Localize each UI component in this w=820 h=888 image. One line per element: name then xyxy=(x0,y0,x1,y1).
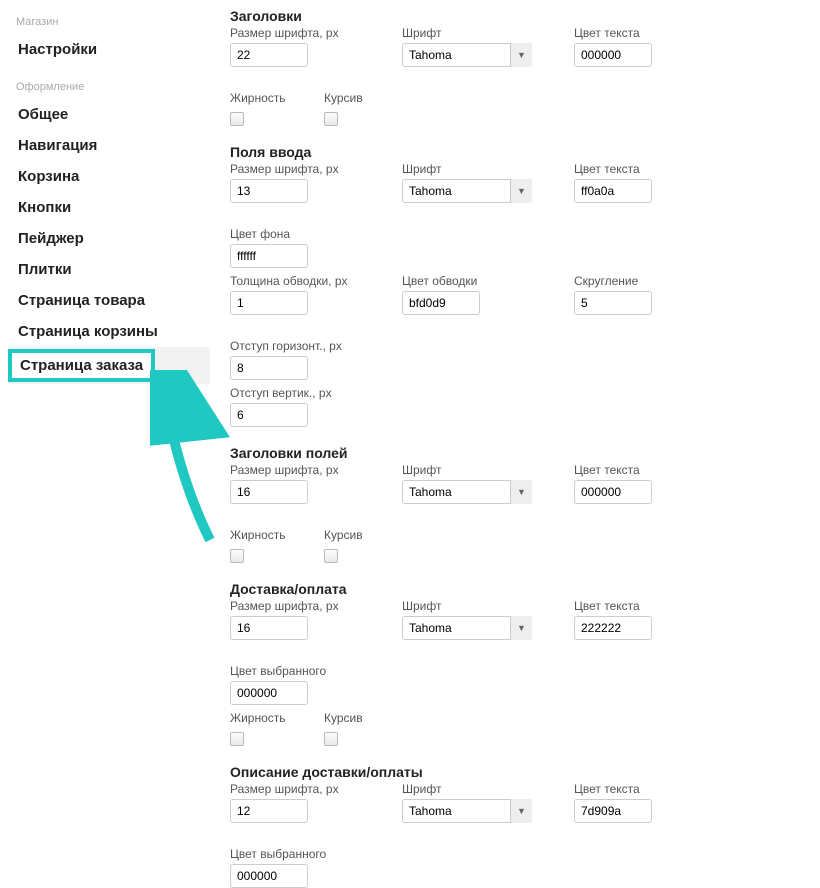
section-title-delivery-desc: Описание доставки/оплаты xyxy=(230,764,810,780)
checkbox-headers-bold[interactable] xyxy=(230,112,244,126)
sidebar-item-product-page[interactable]: Страница товара xyxy=(8,285,210,316)
input-headers-color[interactable] xyxy=(574,43,652,67)
input-delivery-color[interactable] xyxy=(574,616,652,640)
sidebar-item-general[interactable]: Общее xyxy=(8,99,210,130)
section-delivery-desc: Описание доставки/оплаты Размер шрифта, … xyxy=(230,764,810,888)
input-fh-color[interactable] xyxy=(574,480,652,504)
section-delivery: Доставка/оплата Размер шрифта, px Шрифт … xyxy=(230,581,810,746)
checkbox-delivery-italic[interactable] xyxy=(324,732,338,746)
section-headers: Заголовки Размер шрифта, px Шрифт ▼ Цвет… xyxy=(230,8,810,126)
select-headers-font[interactable]: ▼ xyxy=(402,43,532,67)
input-delivery-size[interactable] xyxy=(230,616,308,640)
label-border-color: Цвет обводки xyxy=(402,274,550,288)
sidebar-item-cart[interactable]: Корзина xyxy=(8,161,210,192)
input-dd-selected[interactable] xyxy=(230,864,308,888)
sidebar-item-cart-page[interactable]: Страница корзины xyxy=(8,316,210,347)
label-italic: Курсив xyxy=(324,91,363,105)
input-fh-size[interactable] xyxy=(230,480,308,504)
label-pad-h: Отступ горизонт., px xyxy=(230,339,378,353)
sidebar-item-tiles[interactable]: Плитки xyxy=(8,254,210,285)
label-border-width: Толщина обводки, px xyxy=(230,274,378,288)
input-fields-border-w[interactable] xyxy=(230,291,308,315)
main-panel: Заголовки Размер шрифта, px Шрифт ▼ Цвет… xyxy=(210,0,820,888)
input-fields-pad-v[interactable] xyxy=(230,403,308,427)
input-fields-pad-h[interactable] xyxy=(230,356,308,380)
section-title-field-headers: Заголовки полей xyxy=(230,445,810,461)
select-dd-font[interactable]: ▼ xyxy=(402,799,532,823)
input-fields-bg[interactable] xyxy=(230,244,308,268)
checkbox-headers-italic[interactable] xyxy=(324,112,338,126)
label-pad-v: Отступ вертик., px xyxy=(230,386,378,400)
checkbox-delivery-bold[interactable] xyxy=(230,732,244,746)
label-font: Шрифт xyxy=(402,26,550,40)
input-fields-radius[interactable] xyxy=(574,291,652,315)
checkbox-fh-italic[interactable] xyxy=(324,549,338,563)
sidebar-item-navigation[interactable]: Навигация xyxy=(8,130,210,161)
sidebar-item-buttons[interactable]: Кнопки xyxy=(8,192,210,223)
sidebar: Магазин Настройки Оформление Общее Навиг… xyxy=(0,0,210,888)
checkbox-fh-bold[interactable] xyxy=(230,549,244,563)
section-title-inputs: Поля ввода xyxy=(230,144,810,160)
input-delivery-selected[interactable] xyxy=(230,681,308,705)
input-dd-size[interactable] xyxy=(230,799,308,823)
input-fields-size[interactable] xyxy=(230,179,308,203)
input-fields-color[interactable] xyxy=(574,179,652,203)
sidebar-item-pager[interactable]: Пейджер xyxy=(8,223,210,254)
select-delivery-font[interactable]: ▼ xyxy=(402,616,532,640)
label-font-size: Размер шрифта, px xyxy=(230,26,378,40)
label-text-color: Цвет текста xyxy=(574,26,722,40)
sidebar-item-settings[interactable]: Настройки xyxy=(8,34,210,65)
input-fields-border-c[interactable] xyxy=(402,291,480,315)
sidebar-group-label-shop: Магазин xyxy=(8,12,210,34)
label-selected-color: Цвет выбранного xyxy=(230,664,378,678)
input-headers-size[interactable] xyxy=(230,43,308,67)
section-title-delivery: Доставка/оплата xyxy=(230,581,810,597)
sidebar-item-order-page[interactable]: Страница заказа xyxy=(8,349,155,382)
section-title-headers: Заголовки xyxy=(230,8,810,24)
select-fh-font[interactable]: ▼ xyxy=(402,480,532,504)
input-dd-color[interactable] xyxy=(574,799,652,823)
label-bg-color: Цвет фона xyxy=(230,227,378,241)
section-field-headers: Заголовки полей Размер шрифта, px Шрифт … xyxy=(230,445,810,563)
sidebar-group-label-design: Оформление xyxy=(8,77,210,99)
label-bold: Жирность xyxy=(230,91,286,105)
label-radius: Скругление xyxy=(574,274,722,288)
section-inputs: Поля ввода Размер шрифта, px Шрифт ▼ Цве… xyxy=(230,144,810,427)
select-fields-font[interactable]: ▼ xyxy=(402,179,532,203)
